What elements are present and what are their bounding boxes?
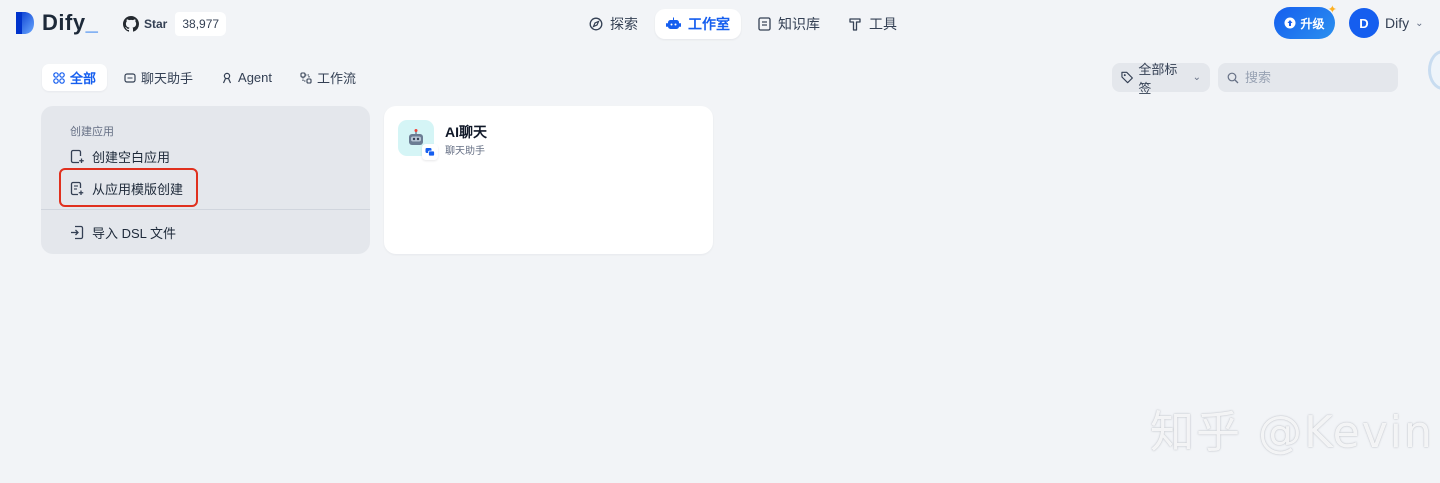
- compass-icon: [589, 17, 603, 31]
- github-star-count[interactable]: 38,977: [175, 12, 227, 36]
- tab-chat-assistant-label: 聊天助手: [141, 71, 194, 86]
- nav-explore-label: 探索: [610, 16, 638, 32]
- import-dsl-button[interactable]: 导入 DSL 文件: [70, 221, 176, 243]
- user-menu[interactable]: D Dify ⌄: [1349, 8, 1424, 38]
- tab-agent[interactable]: Agent: [210, 64, 283, 91]
- github-icon: [123, 16, 139, 32]
- github-star-button[interactable]: Star: [121, 12, 175, 36]
- workflow-icon: [300, 71, 312, 84]
- nav-explore[interactable]: 探索: [578, 9, 649, 39]
- nav-knowledge[interactable]: 知识库: [747, 9, 831, 39]
- app-name: AI聊天: [445, 124, 487, 140]
- user-name: Dify: [1385, 15, 1410, 31]
- avatar: D: [1349, 8, 1379, 38]
- nav-studio[interactable]: 工作室: [655, 9, 741, 39]
- app-filter-tabs: 全部 聊天助手 Agent 工作流: [42, 64, 367, 91]
- grid-icon: [53, 71, 65, 84]
- github-star-label: Star: [144, 17, 168, 31]
- file-plus-icon: [70, 149, 84, 163]
- watermark-text: 知乎 @Kevin: [1150, 407, 1434, 458]
- top-header: Dify_ Star 38,977 探索 工作室 知识库 工具 升级 ✦ D D…: [0, 0, 1440, 48]
- search-input[interactable]: [1245, 70, 1385, 85]
- tab-chat-assistant[interactable]: 聊天助手: [113, 64, 204, 91]
- tag-icon: [1121, 71, 1133, 84]
- nav-tools[interactable]: 工具: [837, 9, 908, 39]
- upgrade-icon: [1284, 17, 1296, 29]
- create-panel-divider: [41, 209, 370, 210]
- app-type: 聊天助手: [445, 146, 485, 157]
- tab-all-label: 全部: [70, 71, 97, 86]
- upgrade-button[interactable]: 升级 ✦: [1274, 4, 1337, 39]
- nav-studio-label: 工作室: [688, 16, 730, 32]
- tab-agent-label: Agent: [238, 70, 273, 85]
- chevron-down-icon: ⌄: [1192, 72, 1201, 83]
- chat-icon: [124, 72, 136, 83]
- create-blank-app-button[interactable]: 创建空白应用: [70, 145, 170, 167]
- robot-icon: [666, 17, 681, 29]
- annotation-highlight-box: [59, 168, 198, 207]
- hammer-icon: [849, 18, 861, 31]
- import-icon: [71, 225, 84, 239]
- tab-workflow-label: 工作流: [317, 71, 357, 86]
- book-icon: [758, 17, 771, 31]
- agent-icon: [222, 72, 232, 83]
- tab-all[interactable]: 全部: [42, 64, 108, 91]
- dify-logo-text: Dify_: [42, 10, 99, 35]
- create-blank-app-label: 创建空白应用: [92, 149, 171, 165]
- chat-badge-icon: [422, 144, 438, 160]
- upgrade-label: 升级: [1300, 16, 1325, 31]
- github-star-widget[interactable]: Star 38,977: [121, 12, 227, 36]
- sparkle-icon: ✦: [1327, 4, 1337, 16]
- nav-tools-label: 工具: [869, 16, 897, 32]
- tag-filter-dropdown[interactable]: 全部标签 ⌄: [1112, 62, 1210, 96]
- import-dsl-label: 导入 DSL 文件: [92, 225, 177, 241]
- dify-logo-icon: [16, 12, 34, 34]
- search-box[interactable]: [1218, 63, 1398, 92]
- app-card[interactable]: AI聊天 聊天助手: [384, 106, 713, 254]
- tab-workflow[interactable]: 工作流: [289, 64, 367, 91]
- chevron-down-icon: ⌄: [1415, 17, 1424, 29]
- floating-assistant-icon[interactable]: [1428, 50, 1440, 90]
- dify-logo[interactable]: Dify_: [14, 10, 98, 36]
- tag-filter-label: 全部标签: [1138, 61, 1178, 96]
- nav-knowledge-label: 知识库: [778, 16, 820, 32]
- main-nav: 探索 工作室 知识库 工具: [578, 9, 908, 39]
- create-app-title: 创建应用: [70, 126, 114, 138]
- search-icon: [1227, 72, 1239, 83]
